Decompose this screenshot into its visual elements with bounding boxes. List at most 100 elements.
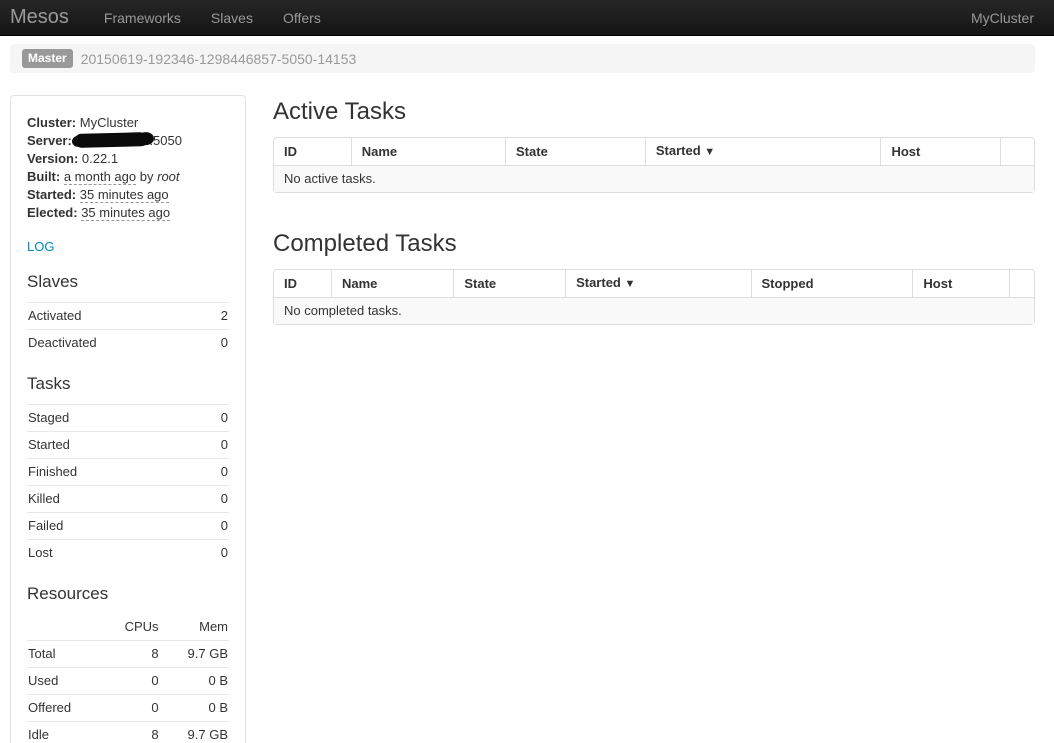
table-row: Lost 0 bbox=[27, 540, 229, 567]
info-started-label: Started: bbox=[27, 187, 76, 202]
active-tasks-empty-message: No active tasks. bbox=[274, 165, 1034, 192]
resources-total-mem: 9.7 GB bbox=[160, 641, 229, 668]
active-col-name[interactable]: Name bbox=[351, 138, 505, 165]
tasks-table: Staged 0 Started 0 Finished 0 Killed 0 F… bbox=[27, 404, 229, 566]
resources-blank-header bbox=[27, 614, 101, 641]
slaves-activated-value: 2 bbox=[206, 303, 229, 330]
top-navbar: Mesos Frameworks Slaves Offers MyCluster bbox=[0, 0, 1054, 36]
active-tasks-section: Active Tasks ID Name State Started ▼ Hos… bbox=[273, 97, 1035, 193]
active-col-state[interactable]: State bbox=[505, 138, 645, 165]
info-built-user: root bbox=[157, 169, 179, 184]
master-badge: Master bbox=[22, 49, 73, 68]
table-row: Deactivated 0 bbox=[27, 330, 229, 357]
info-cluster-value: MyCluster bbox=[80, 115, 139, 130]
resources-used-label: Used bbox=[27, 668, 101, 695]
cluster-summary-panel: Cluster: MyCluster Server: :5050 Version… bbox=[10, 95, 246, 743]
completed-col-started[interactable]: Started ▼ bbox=[565, 270, 750, 297]
active-tasks-title: Active Tasks bbox=[273, 97, 1035, 127]
info-server-label: Server: bbox=[27, 133, 72, 148]
resources-offered-label: Offered bbox=[27, 695, 101, 722]
completed-tasks-section: Completed Tasks ID Name State Started ▼ … bbox=[273, 229, 1035, 325]
tasks-killed-value: 0 bbox=[198, 486, 229, 513]
completed-col-state[interactable]: State bbox=[453, 270, 565, 297]
info-elected: Elected: 35 minutes ago bbox=[27, 204, 229, 222]
slaves-table: Activated 2 Deactivated 0 bbox=[27, 302, 229, 356]
info-elected-time: 35 minutes ago bbox=[81, 205, 170, 221]
resources-idle-cpus: 8 bbox=[101, 722, 160, 743]
tasks-staged-label: Staged bbox=[27, 405, 198, 432]
table-header-row: ID Name State Started ▼ Host bbox=[274, 138, 1034, 165]
resources-used-mem: 0 B bbox=[160, 668, 229, 695]
tasks-failed-value: 0 bbox=[198, 513, 229, 540]
brand-link-mesos[interactable]: Mesos bbox=[10, 1, 89, 34]
completed-col-host[interactable]: Host bbox=[912, 270, 1009, 297]
tasks-failed-label: Failed bbox=[27, 513, 198, 540]
resources-table: CPUs Mem Total 8 9.7 GB Used 0 0 B Offer… bbox=[27, 614, 229, 743]
nav-item-frameworks[interactable]: Frameworks bbox=[89, 1, 196, 35]
resources-total-label: Total bbox=[27, 641, 101, 668]
resources-cpus-header: CPUs bbox=[101, 614, 160, 641]
info-server: Server: :5050 bbox=[27, 132, 229, 150]
tasks-started-label: Started bbox=[27, 432, 198, 459]
log-link[interactable]: LOG bbox=[27, 239, 54, 254]
info-version: Version: 0.22.1 bbox=[27, 150, 229, 168]
info-cluster-label: Cluster: bbox=[27, 115, 76, 130]
resources-idle-label: Idle bbox=[27, 722, 101, 743]
active-col-host[interactable]: Host bbox=[880, 138, 999, 165]
table-row: Total 8 9.7 GB bbox=[27, 641, 229, 668]
slaves-deactivated-value: 0 bbox=[206, 330, 229, 357]
master-id-text: 20150619-192346-1298446857-5050-14153 bbox=[81, 51, 357, 67]
active-col-id[interactable]: ID bbox=[274, 138, 351, 165]
info-started: Started: 35 minutes ago bbox=[27, 186, 229, 204]
redacted-server-address bbox=[75, 132, 149, 148]
active-col-started[interactable]: Started ▼ bbox=[645, 138, 881, 165]
table-header-row: ID Name State Started ▼ Stopped Host bbox=[274, 270, 1034, 297]
resources-offered-cpus: 0 bbox=[101, 695, 160, 722]
completed-col-name[interactable]: Name bbox=[331, 270, 453, 297]
tasks-section-title: Tasks bbox=[27, 370, 229, 397]
info-cluster: Cluster: MyCluster bbox=[27, 114, 229, 132]
active-tasks-table: ID Name State Started ▼ Host No active t… bbox=[273, 137, 1035, 193]
info-built-label: Built: bbox=[27, 169, 60, 184]
completed-col-stopped[interactable]: Stopped bbox=[751, 270, 913, 297]
table-row: No active tasks. bbox=[274, 165, 1034, 192]
completed-tasks-empty-message: No completed tasks. bbox=[274, 297, 1034, 324]
completed-col-actions bbox=[1009, 270, 1034, 297]
resources-section-title: Resources bbox=[27, 580, 229, 607]
tasks-finished-value: 0 bbox=[198, 459, 229, 486]
table-row: Idle 8 9.7 GB bbox=[27, 722, 229, 743]
resources-used-cpus: 0 bbox=[101, 668, 160, 695]
completed-col-id[interactable]: ID bbox=[274, 270, 331, 297]
tasks-staged-value: 0 bbox=[198, 405, 229, 432]
nav-item-offers[interactable]: Offers bbox=[268, 1, 336, 35]
navbar-cluster-name: MyCluster bbox=[961, 1, 1044, 35]
table-row: Started 0 bbox=[27, 432, 229, 459]
info-server-port: :5050 bbox=[149, 133, 182, 148]
active-col-actions bbox=[1000, 138, 1034, 165]
nav-item-slaves[interactable]: Slaves bbox=[196, 1, 268, 35]
tasks-lost-label: Lost bbox=[27, 540, 198, 567]
tasks-started-value: 0 bbox=[198, 432, 229, 459]
info-built: Built: a month ago by root bbox=[27, 168, 229, 186]
breadcrumb: Master 20150619-192346-1298446857-5050-1… bbox=[10, 44, 1035, 73]
table-row: Offered 0 0 B bbox=[27, 695, 229, 722]
tasks-lost-value: 0 bbox=[198, 540, 229, 567]
resources-offered-mem: 0 B bbox=[160, 695, 229, 722]
info-built-time: a month ago bbox=[64, 169, 136, 185]
table-row: No completed tasks. bbox=[274, 297, 1034, 324]
sort-desc-icon: ▼ bbox=[625, 278, 636, 290]
table-row: Used 0 0 B bbox=[27, 668, 229, 695]
main-content: Active Tasks ID Name State Started ▼ Hos… bbox=[273, 95, 1035, 325]
table-row: Finished 0 bbox=[27, 459, 229, 486]
tasks-killed-label: Killed bbox=[27, 486, 198, 513]
completed-tasks-title: Completed Tasks bbox=[273, 229, 1035, 259]
resources-idle-mem: 9.7 GB bbox=[160, 722, 229, 743]
table-row: CPUs Mem bbox=[27, 614, 229, 641]
tasks-finished-label: Finished bbox=[27, 459, 198, 486]
table-row: Activated 2 bbox=[27, 303, 229, 330]
info-version-value: 0.22.1 bbox=[82, 151, 118, 166]
table-row: Killed 0 bbox=[27, 486, 229, 513]
completed-tasks-table: ID Name State Started ▼ Stopped Host No … bbox=[273, 269, 1035, 325]
sort-desc-icon: ▼ bbox=[704, 146, 715, 158]
slaves-activated-label: Activated bbox=[27, 303, 206, 330]
